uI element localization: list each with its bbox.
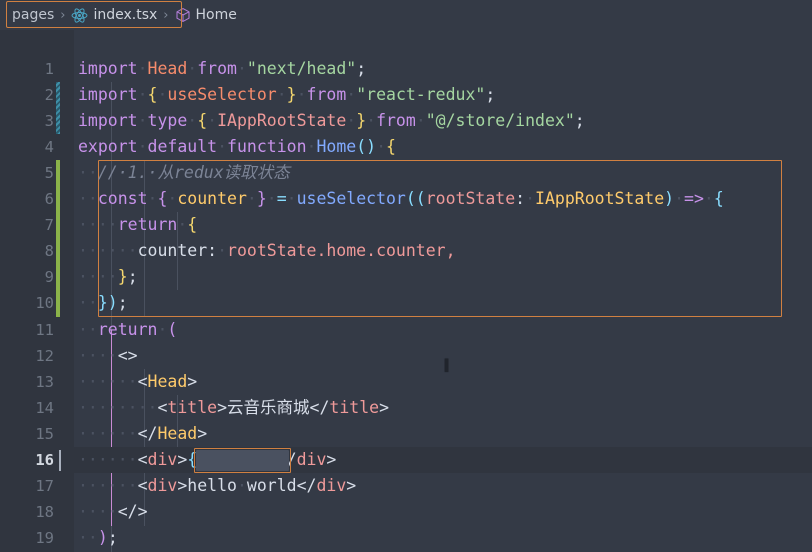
line-content: export·default·function·Home()·{ [78, 137, 396, 156]
code-line[interactable]: 10 ··}); [0, 290, 812, 316]
line-content: ······</Head> [78, 424, 208, 443]
line-number: 15 [35, 425, 54, 443]
line-content: ····}; [78, 267, 138, 286]
line-number: 3 [44, 112, 54, 130]
breadcrumb-item-home[interactable]: Home [173, 7, 239, 23]
breadcrumb-separator-2: › [163, 7, 169, 23]
code-line[interactable]: 5 ··//·1.·从redux读取状态 [0, 160, 812, 186]
line-number: 1 [44, 60, 54, 78]
line-number: 18 [35, 503, 54, 521]
code-line[interactable]: 15 ······</Head> [0, 421, 812, 447]
code-line[interactable]: 4 export·default·function·Home()·{ [0, 134, 812, 160]
line-content: ········<title>云音乐商城</title> [78, 398, 390, 417]
line-content: ······<div>hello·world</div> [78, 476, 357, 495]
code-line[interactable]: 14 ········<title>云音乐商城</title> [0, 395, 812, 421]
line-number: 8 [44, 242, 54, 260]
line-number: 4 [44, 138, 54, 156]
line-number: 10 [35, 294, 54, 312]
react-icon [71, 7, 88, 24]
selection-highlight [196, 450, 289, 471]
code-line[interactable]: 11 ··return·( [0, 317, 812, 343]
line-number: 2 [44, 86, 54, 104]
line-number: 17 [35, 477, 54, 495]
line-content: ··return·( [78, 320, 178, 339]
line-content: ····<> [78, 346, 138, 365]
code-line[interactable]: 3 import·type·{·IAppRootState·}·from·"@/… [0, 108, 812, 134]
line-content: ··//·1.·从redux读取状态 [78, 163, 290, 182]
text-caret [59, 450, 61, 471]
code-line[interactable]: 17 ······<div>hello·world</div> [0, 473, 812, 499]
line-number: 9 [44, 268, 54, 286]
line-number-active: 16 [35, 451, 54, 469]
line-content: ······counter:·rootState.home.counter, [78, 241, 456, 260]
line-content: ··const·{·counter·}·=·useSelector((rootS… [78, 189, 724, 208]
line-number: 7 [44, 216, 54, 234]
line-number: 5 [44, 164, 54, 182]
line-content: ····return·{ [78, 215, 198, 234]
code-line[interactable]: 19 ··); [0, 525, 812, 551]
code-line[interactable]: 6 ··const·{·counter·}·=·useSelector((roo… [0, 186, 812, 212]
line-number: 12 [35, 347, 54, 365]
breadcrumb: pages › index.tsx › Home [0, 0, 812, 30]
breadcrumb-label-home: Home [195, 7, 237, 23]
breadcrumb-separator-1: › [60, 7, 66, 23]
line-content: import·type·{·IAppRootState·}·from·"@/st… [78, 111, 585, 130]
breadcrumb-item-index-tsx[interactable]: index.tsx [69, 7, 159, 24]
line-number: 11 [35, 321, 54, 339]
code-line[interactable]: 12 ····<> [0, 343, 812, 369]
breadcrumb-label-index-tsx: index.tsx [93, 7, 158, 23]
code-editor[interactable]: 1 import·Head·from·"next/head"; 2 import… [0, 30, 812, 552]
line-number: 19 [35, 529, 54, 547]
code-line[interactable]: 8 ······counter:·rootState.home.counter, [0, 238, 812, 264]
code-line-active[interactable]: 16 ······<div>{counter}</div> [0, 447, 812, 474]
line-number: 6 [44, 190, 54, 208]
code-line[interactable]: 13 ······<Head> [0, 369, 812, 395]
line-content: ····</> [78, 502, 148, 521]
line-content: ······<Head> [78, 372, 198, 391]
mouse-cursor-ibeam: I [443, 355, 451, 377]
line-content: import·{·useSelector·}·from·"react-redux… [78, 85, 496, 104]
line-number: 13 [35, 373, 54, 391]
code-line[interactable]: 7 ····return·{ [0, 212, 812, 238]
line-content: ··); [78, 528, 118, 547]
line-content: ··}); [78, 293, 128, 312]
code-line[interactable]: 1 import·Head·from·"next/head"; [0, 56, 812, 82]
line-number: 14 [35, 399, 54, 417]
code-line[interactable]: 18 ····</> [0, 499, 812, 525]
code-line[interactable]: 9 ····}; [0, 264, 812, 290]
symbol-cube-icon [175, 7, 191, 23]
code-line[interactable]: 2 import·{·useSelector·}·from·"react-red… [0, 82, 812, 108]
line-content: import·Head·from·"next/head"; [78, 59, 367, 78]
breadcrumb-item-pages[interactable]: pages [10, 7, 56, 23]
breadcrumb-label-pages: pages [12, 7, 55, 23]
